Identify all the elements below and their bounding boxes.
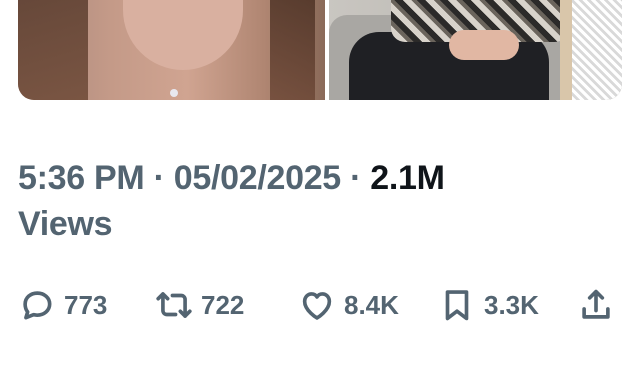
repost-button[interactable]: 722 xyxy=(155,283,244,327)
views-label: Views xyxy=(18,205,113,243)
tweet-photo-right[interactable] xyxy=(329,0,622,100)
tweet-metadata: 5:36 PM · 05/02/2025 · 2.1M Views xyxy=(18,155,622,247)
repost-arrows-icon xyxy=(156,292,192,318)
photo-detail xyxy=(123,0,243,70)
views-count[interactable]: 2.1M xyxy=(370,159,445,197)
photo-detail xyxy=(170,89,178,97)
share-upload-icon xyxy=(582,289,610,319)
tweet-action-bar: 773 722 8.4K 3.3K xyxy=(18,283,622,327)
tweet-media-grid[interactable] xyxy=(18,0,622,100)
separator-dot: · xyxy=(350,159,362,197)
separator-dot: · xyxy=(153,159,165,197)
photo-detail xyxy=(270,0,315,100)
reply-button[interactable]: 773 xyxy=(18,283,107,327)
photo-detail xyxy=(572,0,622,100)
bookmark-icon xyxy=(445,290,469,321)
photo-detail xyxy=(560,0,572,100)
bookmark-count: 3.3K xyxy=(484,289,539,320)
repost-count: 722 xyxy=(201,289,245,320)
heart-icon xyxy=(302,292,332,320)
bookmark-button[interactable]: 3.3K xyxy=(438,283,539,327)
tweet-time[interactable]: 5:36 PM xyxy=(18,159,145,197)
photo-detail xyxy=(449,30,519,60)
like-button[interactable]: 8.4K xyxy=(298,283,399,327)
share-button[interactable] xyxy=(577,283,615,327)
like-count: 8.4K xyxy=(344,289,399,320)
reply-count: 773 xyxy=(64,289,108,320)
comment-bubble-icon xyxy=(23,291,52,320)
photo-detail xyxy=(18,0,88,100)
tweet-date[interactable]: 05/02/2025 xyxy=(174,159,341,197)
tweet-photo-left[interactable] xyxy=(18,0,325,100)
